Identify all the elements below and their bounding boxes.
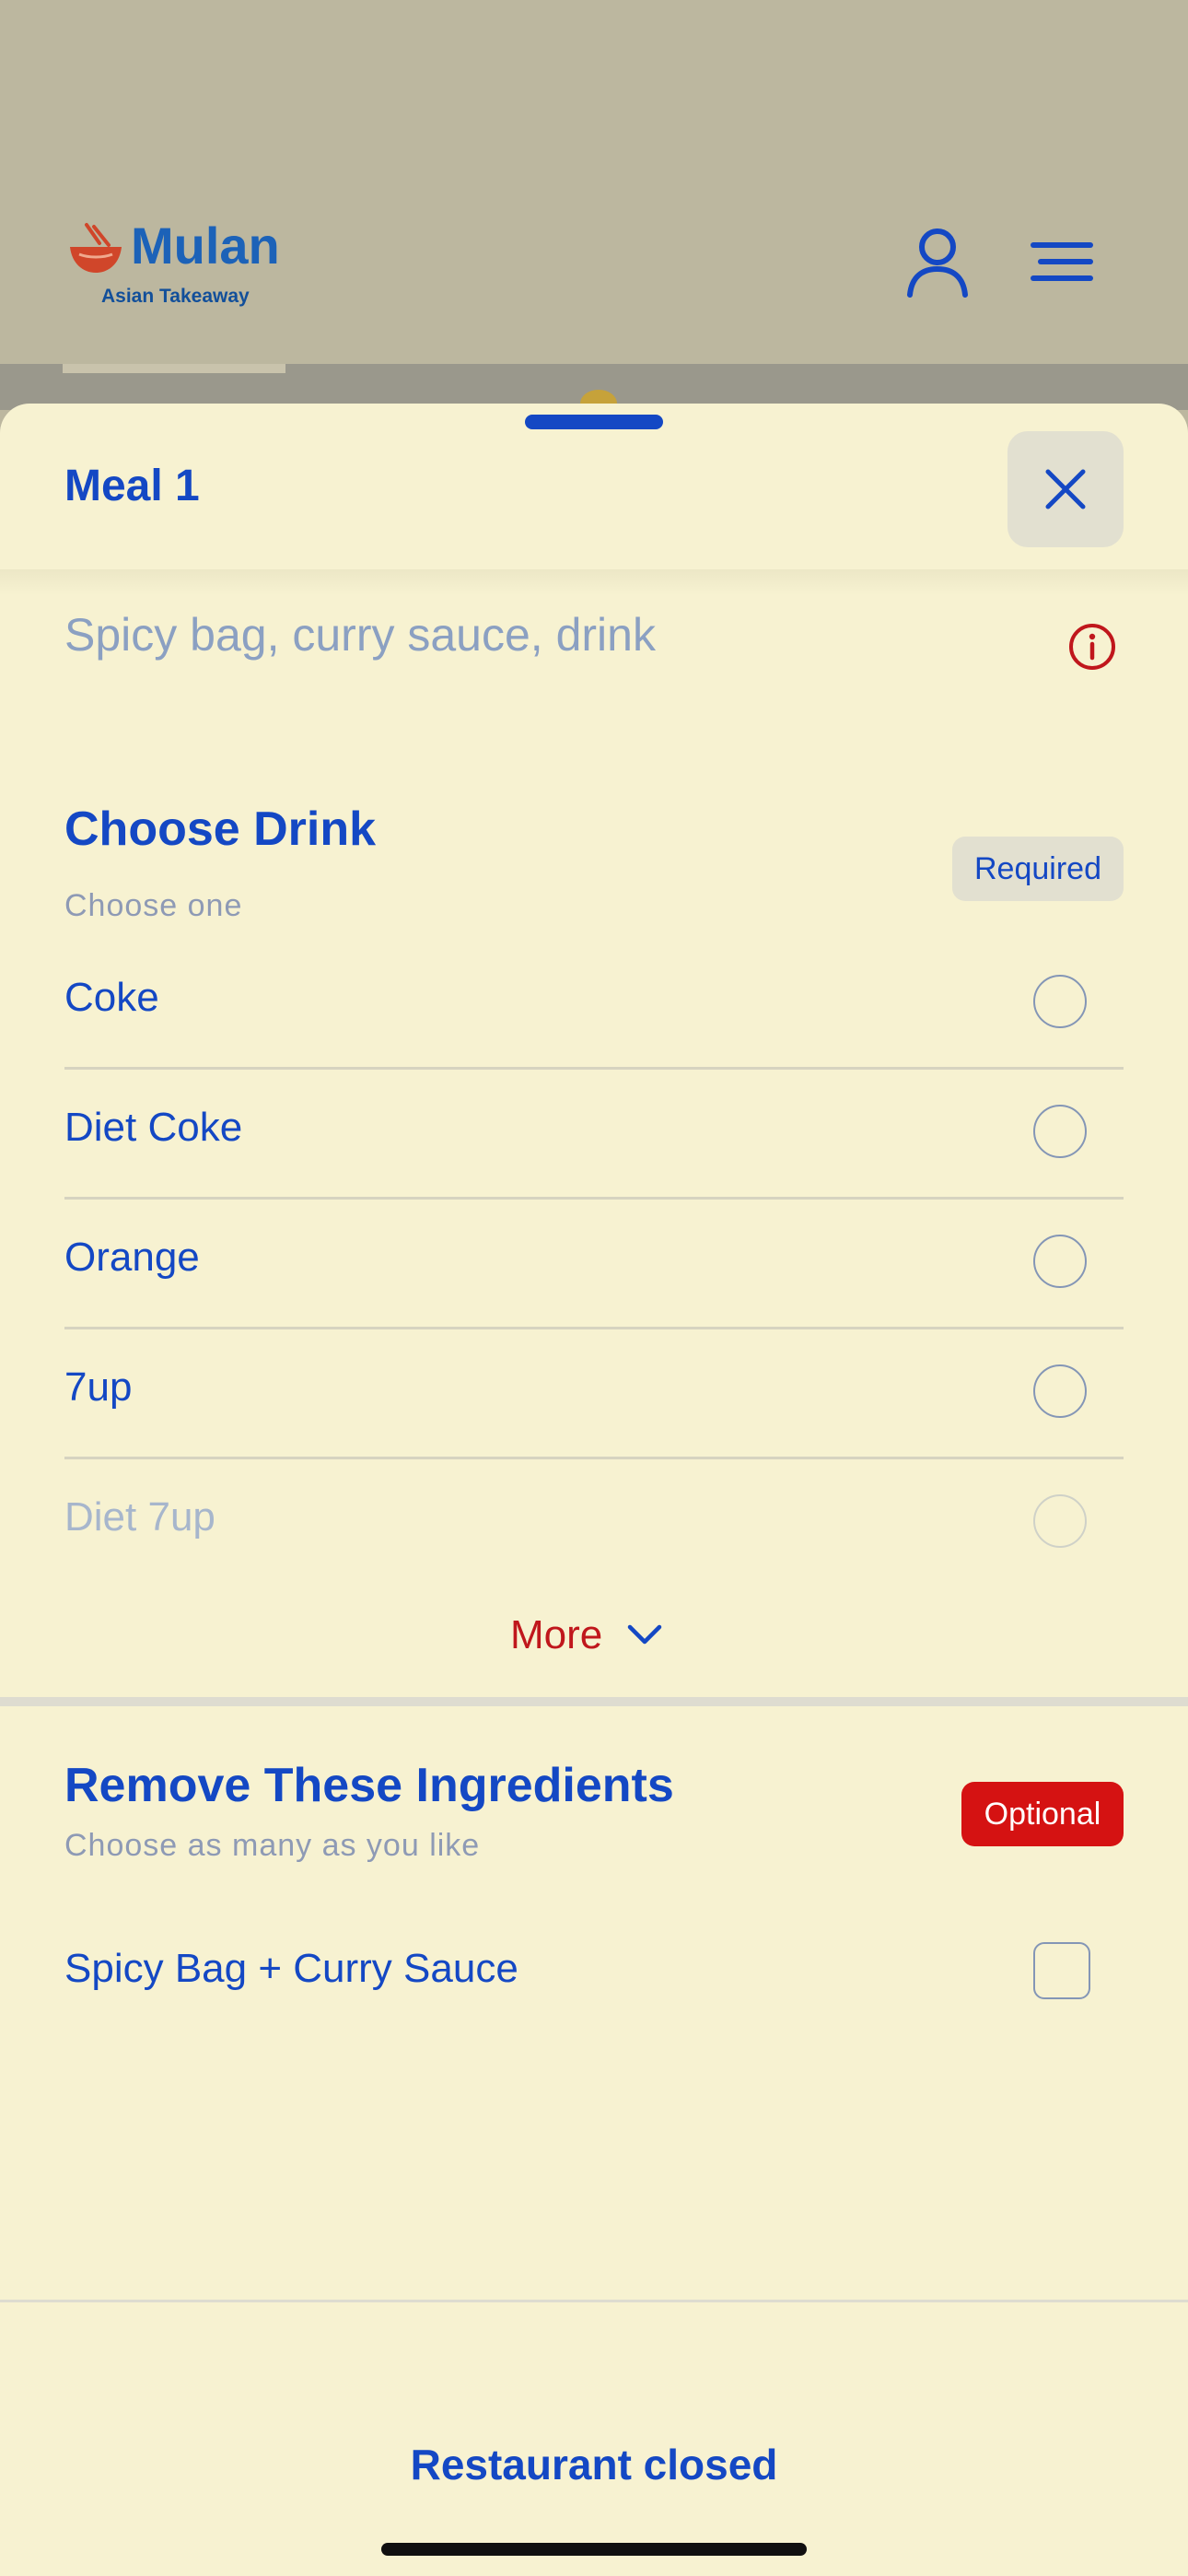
app-header: Mulan Asian Takeaway [0,0,1188,364]
footer-divider [0,2300,1188,2302]
person-icon[interactable] [901,225,974,299]
radio-button[interactable] [1033,1364,1087,1418]
section-divider [0,1697,1188,1706]
meal-description: Spicy bag, curry sauce, drink [64,609,656,661]
header-shadow [0,569,1188,595]
meal-options-sheet: Meal 1 Spicy bag, curry sauce, drink Cho… [0,404,1188,2576]
hamburger-menu-icon[interactable] [1028,227,1101,300]
drink-section-title: Choose Drink [64,802,377,856]
background-tab [63,364,285,373]
bowl-chopsticks-icon [70,223,122,273]
close-icon [1045,469,1086,509]
sheet-grabber[interactable] [525,415,663,429]
sheet-title: Meal 1 [64,462,200,510]
more-label: More [510,1612,603,1657]
ingredients-section-title: Remove These Ingredients [64,1759,674,1812]
option-label: Diet Coke [64,1105,243,1150]
option-label: Diet 7up [64,1494,215,1540]
option-label: Orange [64,1235,200,1280]
logo-name: Mulan [131,217,280,275]
ingredient-option-spicy-bag[interactable]: Spicy Bag + Curry Sauce [64,1914,1124,2025]
drink-option-diet-7up[interactable]: Diet 7up [64,1459,1124,1589]
drink-option-7up[interactable]: 7up [64,1329,1124,1459]
option-label: 7up [64,1364,133,1410]
drink-option-orange[interactable]: Orange [64,1200,1124,1329]
radio-button[interactable] [1033,1105,1087,1158]
required-badge: Required [952,837,1124,901]
info-icon[interactable] [1066,621,1118,673]
checkbox[interactable] [1033,1942,1090,1999]
logo-subtitle: Asian Takeaway [101,286,250,307]
radio-button[interactable] [1033,1494,1087,1548]
chevron-down-icon [628,1624,662,1645]
option-label: Coke [64,975,159,1020]
drink-option-diet-coke[interactable]: Diet Coke [64,1070,1124,1200]
restaurant-status: Restaurant closed [410,2441,778,2488]
radio-button[interactable] [1033,1235,1087,1288]
radio-button[interactable] [1033,975,1087,1028]
close-button[interactable] [1007,431,1124,547]
option-label: Spicy Bag + Curry Sauce [64,1946,518,1991]
more-button[interactable]: More [510,1612,663,1658]
drink-section-subtitle: Choose one [64,888,243,923]
home-indicator[interactable] [381,2543,807,2556]
drink-option-coke[interactable]: Coke [64,940,1124,1070]
mulan-logo[interactable]: Mulan Asian Takeaway [66,214,306,315]
ingredients-section-subtitle: Choose as many as you like [64,1828,481,1863]
optional-badge: Optional [961,1782,1124,1846]
